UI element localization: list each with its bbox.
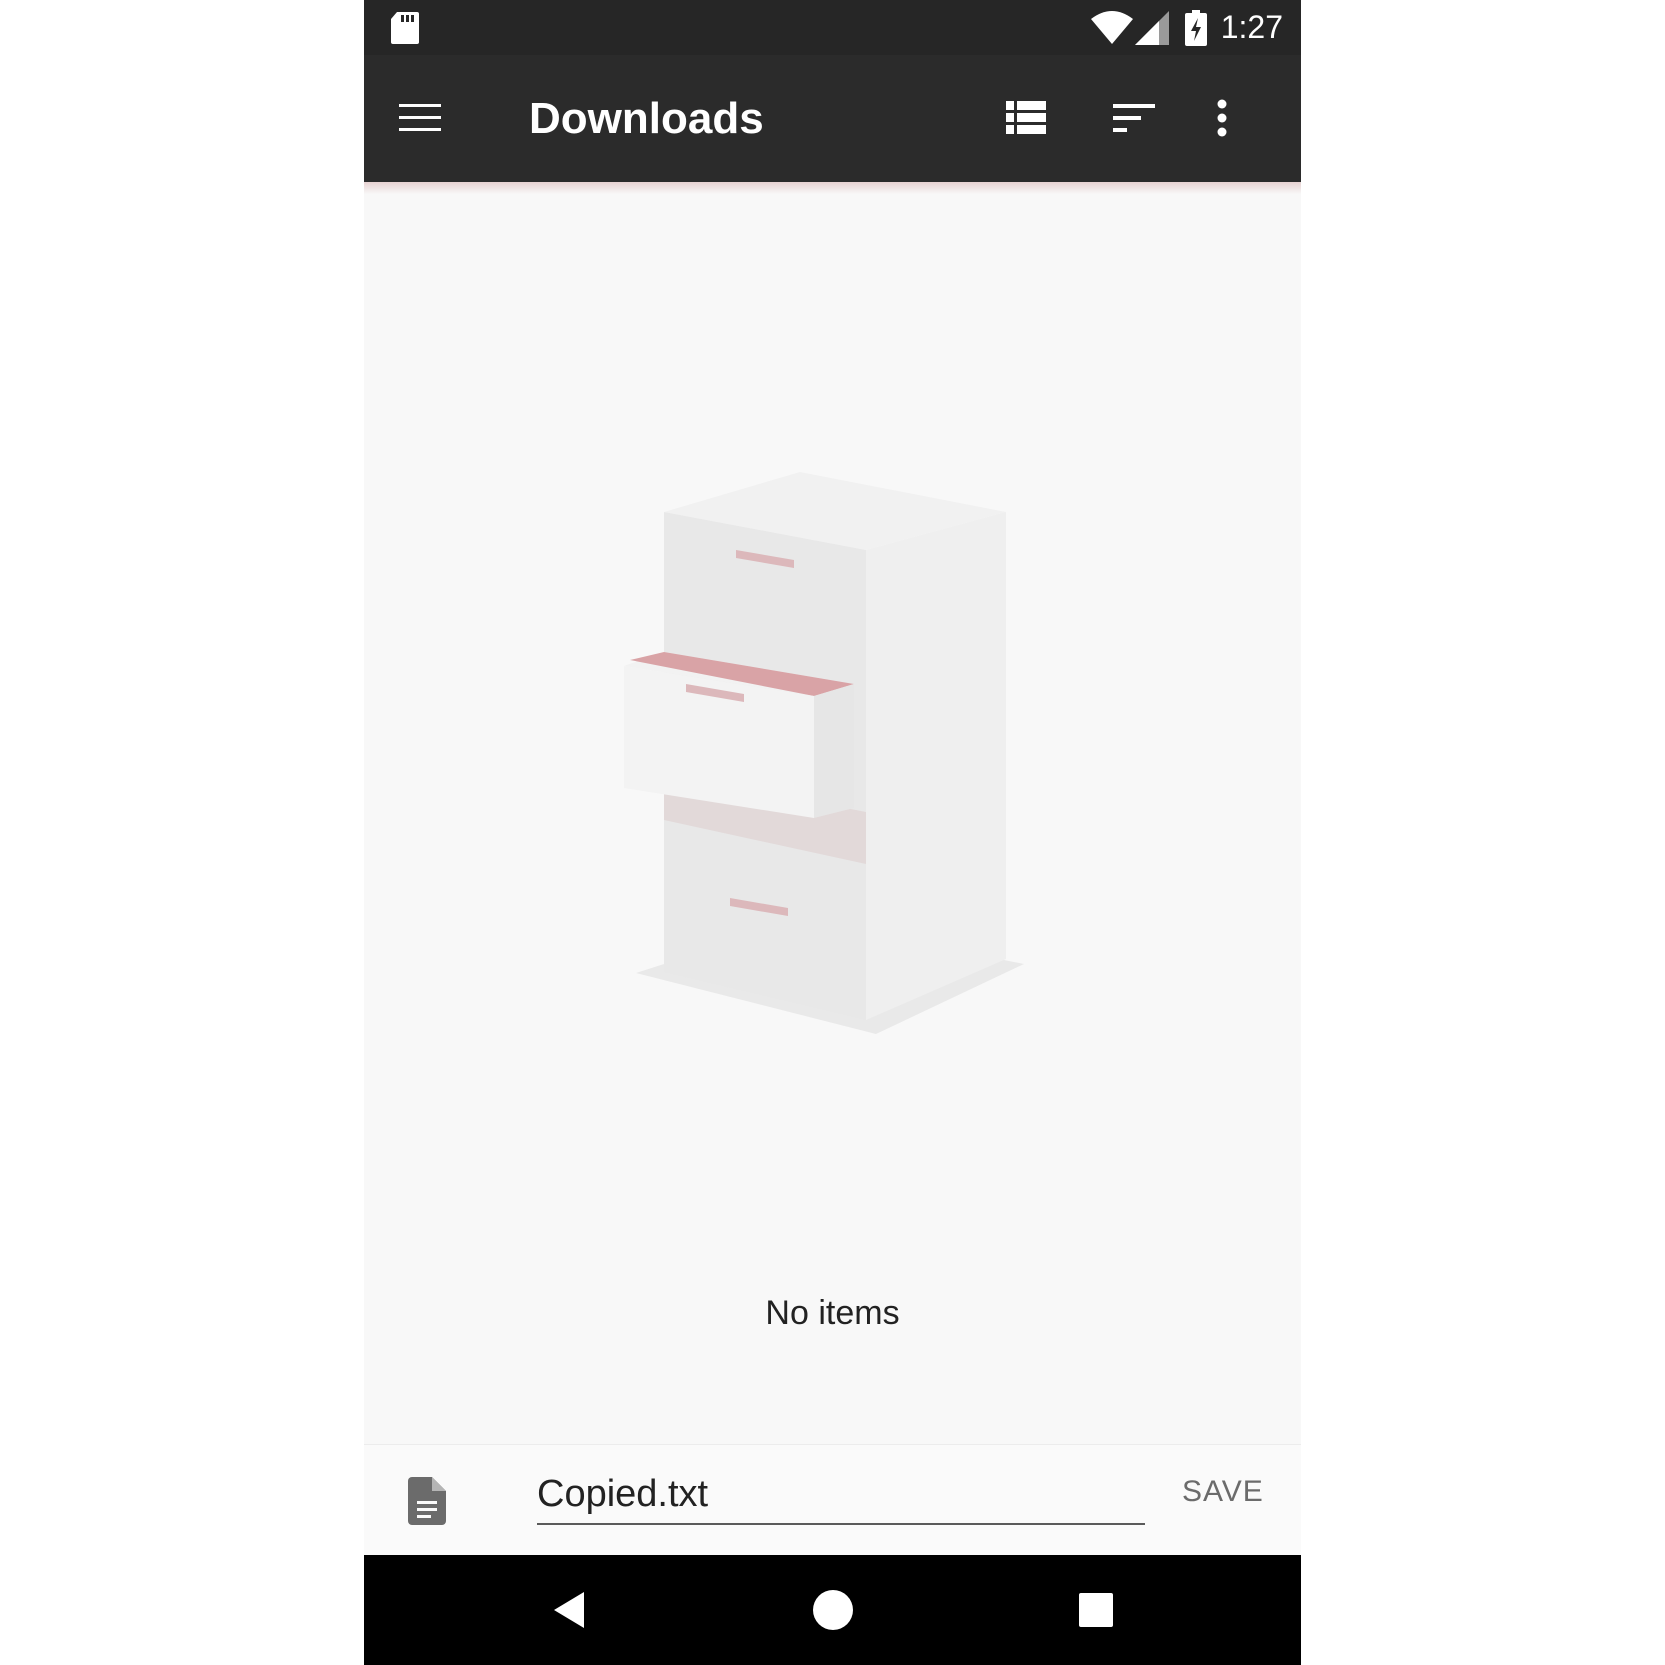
- file-list-area: No items: [364, 194, 1301, 1444]
- status-right: 1:27: [1090, 0, 1283, 55]
- more-vert-icon: [1217, 99, 1227, 137]
- wifi-icon: [1090, 10, 1133, 44]
- phone-screen: 1:27 Downloads No items Copied.txt SAVE: [364, 0, 1301, 1665]
- app-toolbar: Downloads: [364, 55, 1301, 182]
- filing-cabinet-illustration: [624, 472, 1024, 1034]
- recents-icon[interactable]: [1079, 1593, 1113, 1627]
- list-view-icon: [1006, 101, 1046, 134]
- save-bar: SAVE: [364, 1444, 1301, 1556]
- menu-icon: [399, 104, 441, 131]
- list-view-button[interactable]: [996, 88, 1056, 148]
- status-bar: 1:27: [364, 0, 1301, 55]
- menu-button[interactable]: [390, 88, 450, 148]
- signal-icon: [1134, 10, 1169, 45]
- save-button[interactable]: SAVE: [1182, 1475, 1264, 1509]
- page-title: Downloads: [529, 94, 764, 143]
- filename-input[interactable]: [537, 1465, 1145, 1525]
- status-clock: 1:27: [1220, 9, 1283, 45]
- back-icon[interactable]: [550, 1590, 590, 1630]
- system-nav-bar: [364, 1555, 1301, 1665]
- document-icon: [408, 1477, 446, 1525]
- sort-button[interactable]: [1104, 88, 1164, 148]
- more-options-button[interactable]: [1192, 88, 1252, 148]
- sort-icon: [1113, 104, 1155, 132]
- toolbar-shadow: [364, 182, 1301, 194]
- battery-charging-icon: [1184, 9, 1207, 46]
- empty-state-message: No items: [765, 1294, 900, 1332]
- sd-card-icon: [391, 12, 419, 44]
- home-icon[interactable]: [813, 1590, 853, 1630]
